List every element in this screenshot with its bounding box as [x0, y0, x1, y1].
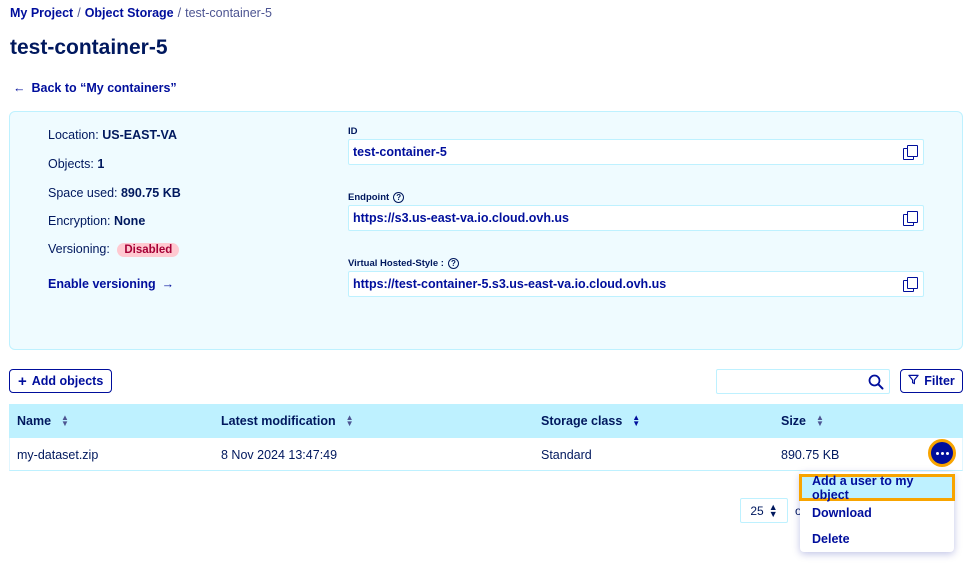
versioning-label: Versioning:	[48, 242, 110, 256]
cell-size: 890.75 KB	[781, 447, 840, 462]
page-size-value: 25	[750, 503, 764, 518]
objects-value: 1	[97, 157, 105, 171]
filter-icon	[908, 374, 919, 388]
sort-icon: ▲ ▼	[345, 413, 354, 428]
back-to-containers-link[interactable]: ← Back to “My containers”	[13, 81, 177, 95]
copy-icon[interactable]	[903, 211, 918, 226]
breadcrumb-separator: /	[77, 6, 81, 20]
search-icon[interactable]	[868, 374, 884, 390]
plus-icon: +	[18, 372, 27, 390]
column-header-size[interactable]: Size ▲ ▼	[781, 404, 824, 438]
objects-label: Objects:	[48, 157, 94, 171]
column-header-name[interactable]: Name ▲ ▼	[17, 404, 69, 438]
cell-storage-class: Standard	[541, 447, 592, 462]
add-objects-label: Add objects	[31, 374, 104, 388]
dot-icon	[945, 451, 949, 455]
dot-icon	[940, 451, 944, 455]
breadcrumb: My Project / Object Storage / test-conta…	[10, 6, 272, 20]
space-used-label: Space used:	[48, 186, 118, 200]
container-info-panel: Location: US-EAST-VA Objects: 1 Space us…	[9, 111, 963, 350]
encryption-value: None	[114, 214, 146, 228]
help-icon[interactable]: ?	[393, 192, 405, 203]
virtual-hosted-style-label-text: Virtual Hosted-Style :	[348, 258, 444, 269]
sort-icon: ▲ ▼	[816, 413, 824, 428]
encryption-info: Encryption: None	[48, 214, 145, 228]
search-input[interactable]	[716, 369, 890, 394]
column-header-label: Latest modification	[221, 414, 336, 428]
menu-item-download[interactable]: Download	[800, 500, 954, 525]
table-header: Name ▲ ▼ Latest modification ▲ ▼ Storage c…	[9, 404, 963, 438]
endpoint-field: https://s3.us-east-va.io.cloud.ovh.us	[348, 205, 924, 231]
copy-icon[interactable]	[903, 145, 918, 160]
id-field: test-container-5	[348, 139, 924, 165]
location-label: Location:	[48, 128, 99, 142]
page-size-select[interactable]: 25 ▲ ▼	[740, 498, 788, 523]
virtual-hosted-style-value: https://test-container-5.s3.us-east-va.i…	[353, 277, 667, 291]
filter-label: Filter	[924, 374, 955, 388]
virtual-hosted-style-field: https://test-container-5.s3.us-east-va.i…	[348, 271, 924, 297]
virtual-hosted-style-label: Virtual Hosted-Style : ?	[348, 258, 459, 269]
enable-versioning-label: Enable versioning	[48, 277, 156, 291]
objects-table: Name ▲ ▼ Latest modification ▲ ▼ Storage c…	[9, 404, 963, 471]
id-label: ID	[348, 126, 358, 137]
row-actions-button[interactable]	[928, 439, 956, 467]
column-header-modification[interactable]: Latest modification ▲ ▼	[221, 404, 354, 438]
menu-item-add-user[interactable]: Add a user to my object	[799, 474, 955, 502]
column-header-label: Name	[17, 414, 52, 428]
help-icon[interactable]: ?	[447, 258, 459, 269]
space-used-info: Space used: 890.75 KB	[48, 186, 181, 200]
column-header-label: Storage class	[541, 414, 623, 428]
breadcrumb-my-project[interactable]: My Project	[10, 6, 73, 20]
menu-item-delete[interactable]: Delete	[800, 526, 954, 551]
encryption-label: Encryption:	[48, 214, 111, 228]
arrow-right-icon: →	[161, 277, 175, 291]
versioning-info: Versioning: Disabled	[48, 242, 180, 257]
enable-versioning-link[interactable]: Enable versioning →	[48, 277, 174, 291]
id-label-text: ID	[348, 126, 358, 137]
column-header-label: Size	[781, 414, 807, 428]
location-info: Location: US-EAST-VA	[48, 128, 177, 142]
back-link-label: Back to “My containers”	[31, 81, 177, 95]
page-title: test-container-5	[10, 36, 168, 59]
add-objects-button[interactable]: + Add objects	[9, 369, 113, 393]
select-arrows-icon: ▲ ▼	[768, 501, 778, 519]
dot-icon	[935, 451, 939, 455]
versioning-status-badge: Disabled	[117, 243, 180, 257]
arrow-left-icon: ←	[13, 81, 26, 95]
objects-info: Objects: 1	[48, 157, 104, 171]
cell-name: my-dataset.zip	[17, 447, 99, 462]
copy-icon[interactable]	[903, 277, 918, 292]
id-value: test-container-5	[353, 145, 447, 159]
cell-modified: 8 Nov 2024 13:47:49	[221, 447, 338, 462]
breadcrumb-separator: /	[177, 6, 182, 20]
endpoint-label: Endpoint ?	[348, 192, 405, 203]
sort-icon: ▲ ▼	[61, 413, 69, 428]
endpoint-value: https://s3.us-east-va.io.cloud.ovh.us	[353, 211, 570, 225]
sort-icon: ▲ ▼	[632, 413, 641, 428]
row-actions-menu: Add a user to my object Download Delete	[799, 472, 955, 552]
breadcrumb-object-storage[interactable]: Object Storage	[85, 6, 174, 20]
table-row[interactable]: my-dataset.zip 8 Nov 2024 13:47:49 Stand…	[9, 438, 963, 471]
breadcrumb-current: test-container-5	[185, 6, 272, 20]
column-header-storage-class[interactable]: Storage class ▲ ▼	[541, 404, 640, 438]
endpoint-label-text: Endpoint	[348, 192, 390, 203]
location-value: US-EAST-VA	[102, 128, 177, 142]
space-used-value: 890.75 KB	[120, 186, 181, 200]
filter-button[interactable]: Filter	[900, 369, 963, 393]
